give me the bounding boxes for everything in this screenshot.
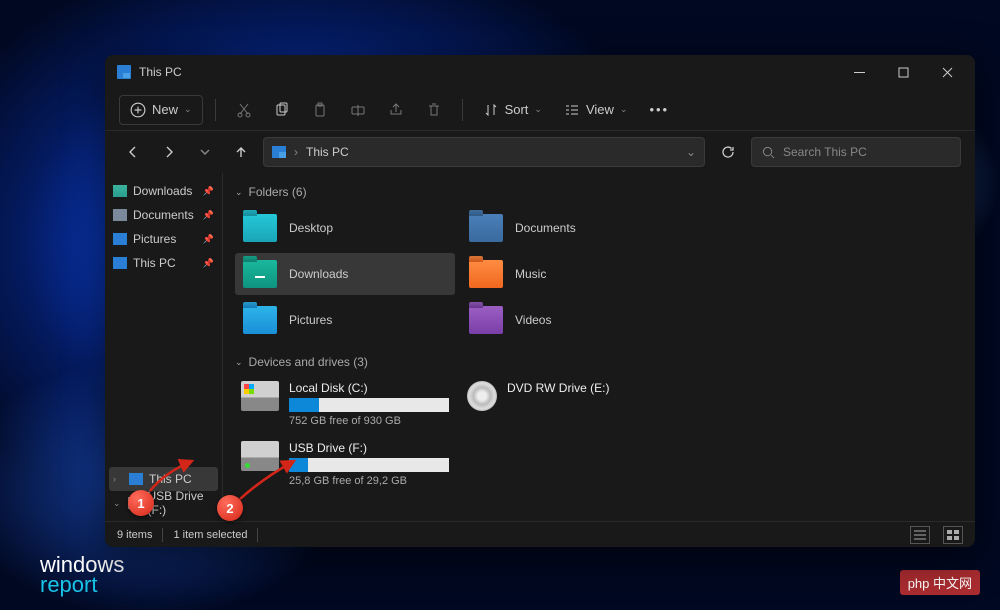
chevron-down-icon[interactable]: ⌄ <box>686 145 696 159</box>
sidebar-item-downloads[interactable]: Downloads📌 <box>109 179 218 203</box>
chevron-down-icon: ⌄ <box>184 104 192 115</box>
music-folder-icon <box>469 260 503 288</box>
plus-circle-icon <box>130 102 146 118</box>
status-bar: 9 items 1 item selected <box>105 521 975 547</box>
drive-dvd-rw-drive-e-[interactable]: DVD RW Drive (E:) <box>461 377 681 431</box>
watermark-windows-report: windowsreport <box>40 555 124 595</box>
watermark-php: php 中文网 <box>900 570 980 595</box>
view-icon <box>564 102 580 118</box>
back-button[interactable] <box>119 138 147 166</box>
this-pc-icon <box>272 146 286 158</box>
new-button[interactable]: New ⌄ <box>119 95 203 125</box>
drive-local-disk-c-[interactable]: Local Disk (C:)752 GB free of 930 GB <box>235 377 455 431</box>
recent-button[interactable] <box>191 138 219 166</box>
folder-videos[interactable]: Videos <box>461 299 681 341</box>
minimize-button[interactable] <box>837 57 881 87</box>
sidebar-item-pictures[interactable]: Pictures📌 <box>109 227 218 251</box>
folder-icon <box>113 257 127 269</box>
address-bar[interactable]: › This PC ⌄ <box>263 137 705 167</box>
file-explorer-window: This PC New ⌄ Sort ⌄ View ⌄ ••• <box>105 55 975 547</box>
delete-button[interactable] <box>418 95 450 125</box>
more-button[interactable]: ••• <box>641 95 677 125</box>
drive-icon <box>467 381 497 411</box>
refresh-button[interactable] <box>713 137 743 167</box>
item-count: 9 items <box>117 529 152 541</box>
chevron-down-icon: ⌄ <box>620 104 628 115</box>
close-button[interactable] <box>925 57 969 87</box>
folder-downloads[interactable]: Downloads <box>235 253 455 295</box>
pin-icon: 📌 <box>203 210 214 221</box>
folder-icon <box>113 233 127 245</box>
videos-folder-icon <box>469 306 503 334</box>
search-icon <box>762 146 775 159</box>
chevron-down-icon: ⌄ <box>534 104 542 115</box>
sidebar-item-this-pc[interactable]: This PC📌 <box>109 251 218 275</box>
navigation-bar: › This PC ⌄ Search This PC <box>105 131 975 173</box>
annotation-marker-1: 1 <box>128 490 154 516</box>
drive-icon <box>129 473 143 485</box>
storage-bar <box>289 398 449 412</box>
desktop-folder-icon <box>243 214 277 242</box>
drive-usb-drive-f-[interactable]: USB Drive (F:)25,8 GB free of 29,2 GB <box>235 437 455 491</box>
folder-docs[interactable]: Documents <box>461 207 681 249</box>
docs-folder-icon <box>469 214 503 242</box>
downloads-folder-icon <box>243 260 277 288</box>
sidebar-tree-this-pc[interactable]: ›This PC <box>109 467 218 491</box>
titlebar[interactable]: This PC <box>105 55 975 89</box>
folder-pictures[interactable]: Pictures <box>235 299 455 341</box>
share-button[interactable] <box>380 95 412 125</box>
window-title: This PC <box>139 65 182 79</box>
breadcrumb-separator: › <box>294 145 298 159</box>
copy-button[interactable] <box>266 95 298 125</box>
folder-icon <box>113 185 127 197</box>
search-placeholder: Search This PC <box>783 145 867 159</box>
sidebar-item-documents[interactable]: Documents📌 <box>109 203 218 227</box>
this-pc-icon <box>117 65 131 79</box>
selected-count: 1 item selected <box>173 529 247 541</box>
breadcrumb-this-pc[interactable]: This PC <box>306 145 349 159</box>
toolbar: New ⌄ Sort ⌄ View ⌄ ••• <box>105 89 975 131</box>
chevron-down-icon: ⌄ <box>235 187 243 198</box>
annotation-marker-2: 2 <box>217 495 243 521</box>
forward-button[interactable] <box>155 138 183 166</box>
cut-button[interactable] <box>228 95 260 125</box>
sort-button[interactable]: Sort ⌄ <box>475 95 550 125</box>
sidebar-tree-usb-drive-f-[interactable]: ⌄USB Drive (F:) <box>109 491 218 515</box>
details-view-button[interactable] <box>910 526 930 544</box>
folder-music[interactable]: Music <box>461 253 681 295</box>
paste-button[interactable] <box>304 95 336 125</box>
folder-desktop[interactable]: Desktop <box>235 207 455 249</box>
navigation-sidebar: Downloads📌Documents📌Pictures📌This PC📌 ›T… <box>105 173 223 521</box>
pictures-folder-icon <box>243 306 277 334</box>
maximize-button[interactable] <box>881 57 925 87</box>
pin-icon: 📌 <box>203 234 214 245</box>
up-button[interactable] <box>227 138 255 166</box>
sort-icon <box>483 102 499 118</box>
folders-section-header[interactable]: ⌄ Folders (6) <box>229 181 969 203</box>
drive-icon <box>241 381 279 411</box>
search-input[interactable]: Search This PC <box>751 137 961 167</box>
pin-icon: 📌 <box>203 258 214 269</box>
drives-section-header[interactable]: ⌄ Devices and drives (3) <box>229 351 969 373</box>
rename-button[interactable] <box>342 95 374 125</box>
storage-bar <box>289 458 449 472</box>
chevron-down-icon: ⌄ <box>235 357 243 368</box>
folder-icon <box>113 209 127 221</box>
expand-icon[interactable]: ⌄ <box>113 498 122 509</box>
content-pane[interactable]: ⌄ Folders (6) DesktopDocumentsDownloadsM… <box>223 173 975 521</box>
expand-icon[interactable]: › <box>113 474 123 484</box>
tiles-view-button[interactable] <box>943 526 963 544</box>
view-button[interactable]: View ⌄ <box>556 95 636 125</box>
drive-icon <box>241 441 279 471</box>
pin-icon: 📌 <box>203 186 214 197</box>
